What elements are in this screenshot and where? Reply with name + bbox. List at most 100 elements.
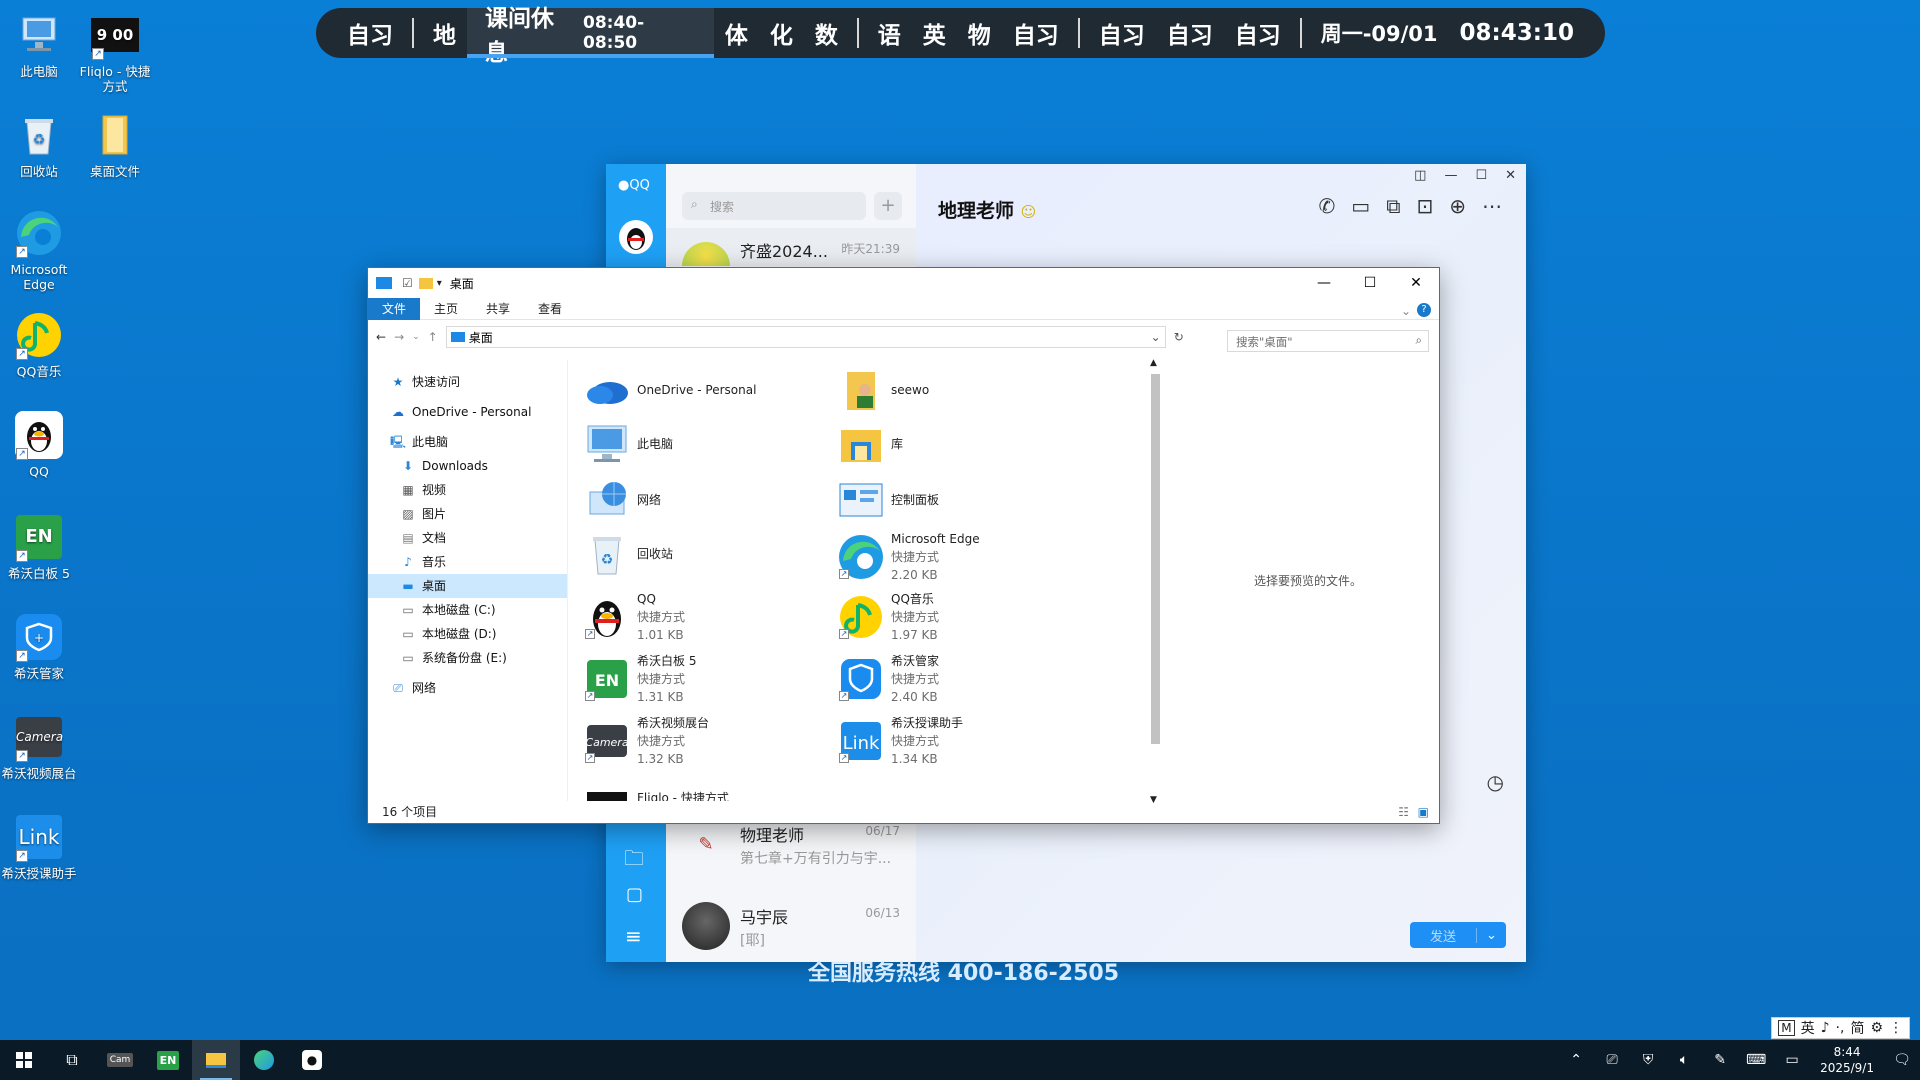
file-item[interactable]: 此电脑: [583, 420, 823, 468]
chevron-down-icon[interactable]: ▾: [437, 278, 442, 289]
notification-icon[interactable]: 🗨︎: [1884, 1052, 1920, 1068]
volume-icon[interactable]: 🔈︎: [1666, 1052, 1702, 1068]
close-icon[interactable]: ✕: [1505, 168, 1516, 183]
send-button[interactable]: 发送 ⌄: [1410, 922, 1506, 948]
taskbar-edge[interactable]: [240, 1040, 288, 1080]
pen-icon[interactable]: ✎: [1702, 1052, 1738, 1068]
layout-icon[interactable]: ◫: [1414, 168, 1426, 183]
nav-item[interactable]: ♪ 音乐: [368, 550, 567, 574]
file-item[interactable]: ↗ QQ音乐 快捷方式 1.97 KB: [837, 590, 1052, 644]
file-item[interactable]: 网络: [583, 476, 823, 524]
tab-home[interactable]: 主页: [420, 298, 472, 320]
nav-item[interactable]: ▭ 系统备份盘 (E:): [368, 646, 567, 670]
folder-icon[interactable]: 🗀: [624, 844, 644, 878]
add-icon[interactable]: ⊕: [1449, 194, 1466, 218]
nav-item[interactable]: ⎚ 网络: [368, 676, 567, 700]
nav-item[interactable]: ▨ 图片: [368, 502, 567, 526]
file-item[interactable]: ♻ 回收站: [583, 530, 823, 578]
file-item[interactable]: ↗ 希沃管家 快捷方式 2.40 KB: [837, 652, 1052, 706]
nav-item[interactable]: ★ 快速访问: [368, 370, 567, 394]
ime-width-icon[interactable]: ·,: [1836, 1020, 1845, 1036]
scroll-up-icon[interactable]: ▲: [1150, 358, 1157, 368]
vertical-scrollbar[interactable]: ▲ ▼: [1147, 358, 1163, 805]
phone-icon[interactable]: ✆: [1319, 194, 1336, 218]
desktop-icon-edge[interactable]: ↗ Microsoft Edge: [0, 208, 78, 292]
ime-lang-toggle[interactable]: 英: [1801, 1018, 1815, 1038]
taskbar-qq[interactable]: ●: [288, 1040, 336, 1080]
file-item[interactable]: OneDrive - Personal: [583, 366, 823, 414]
network-icon[interactable]: ⎚: [1594, 1052, 1630, 1068]
desktop-icon-seewo-link[interactable]: Link ↗ 希沃授课助手: [0, 812, 78, 881]
close-icon[interactable]: ✕: [1393, 268, 1439, 298]
chevron-down-icon[interactable]: ⌄: [412, 332, 420, 342]
maximize-icon[interactable]: ☐: [1347, 268, 1393, 298]
desktop-icon-fliqlo[interactable]: 9 00 ↗ Fliqlo - 快捷方式: [76, 10, 154, 94]
video-call-icon[interactable]: ▭: [1351, 194, 1370, 218]
desktop-icon-qq[interactable]: ↗ QQ: [0, 410, 78, 479]
qq-search-input[interactable]: ⌕ 搜索: [682, 192, 866, 220]
desktop-icon-recycle-bin[interactable]: ♻ 回收站: [0, 110, 78, 179]
nav-item[interactable]: ▤ 文档: [368, 526, 567, 550]
file-item[interactable]: Fliqlo - 快捷方式: [583, 774, 823, 801]
nav-item[interactable]: ▦ 视频: [368, 478, 567, 502]
nav-item[interactable]: ▬ 桌面: [368, 574, 567, 598]
taskbar-seewo-whiteboard[interactable]: EN: [144, 1040, 192, 1080]
back-arrow-icon[interactable]: ←: [376, 330, 386, 344]
ime-logo-icon[interactable]: M: [1778, 1020, 1795, 1036]
nav-item[interactable]: ▭ 本地磁盘 (C:): [368, 598, 567, 622]
bookmark-icon[interactable]: ▢: [626, 884, 643, 905]
desktop-icon-seewo-camera[interactable]: Camera ↗ 希沃视频展台: [0, 712, 78, 781]
desktop-icon-this-pc[interactable]: 此电脑: [0, 10, 78, 79]
tab-share[interactable]: 共享: [472, 298, 524, 320]
maximize-icon[interactable]: ☐: [1475, 168, 1487, 183]
ime-more-icon[interactable]: ⋮: [1889, 1020, 1903, 1036]
start-button[interactable]: [0, 1040, 48, 1080]
large-icons-view-icon[interactable]: ▣: [1418, 801, 1429, 823]
ime-punctuation-icon[interactable]: ♪: [1821, 1020, 1830, 1036]
desktop-icon-qq-music[interactable]: ↗ QQ音乐: [0, 310, 78, 379]
chevron-down-icon[interactable]: ⌄: [1476, 927, 1506, 943]
nav-item[interactable]: 🖳 此电脑: [368, 430, 567, 454]
history-icon[interactable]: ◷: [1487, 770, 1504, 794]
address-input[interactable]: 桌面 ⌄: [445, 326, 1166, 348]
menu-icon[interactable]: ≡: [625, 924, 642, 948]
scrollbar-thumb[interactable]: [1151, 374, 1160, 744]
forward-arrow-icon[interactable]: →: [394, 330, 404, 344]
file-item[interactable]: ↗ QQ 快捷方式 1.01 KB: [583, 590, 823, 644]
new-folder-icon[interactable]: [418, 277, 433, 289]
file-item[interactable]: EN ↗ 希沃白板 5 快捷方式 1.31 KB: [583, 652, 823, 706]
desktop-icon-desktop-files[interactable]: 桌面文件: [76, 110, 154, 179]
nav-item[interactable]: ▭ 本地磁盘 (D:): [368, 622, 567, 646]
ime-simplified-toggle[interactable]: 简: [1850, 1018, 1864, 1038]
more-icon[interactable]: ⋯: [1482, 194, 1502, 218]
properties-icon[interactable]: ☑: [402, 276, 413, 290]
security-icon[interactable]: ⛨: [1630, 1052, 1666, 1068]
nav-item[interactable]: ⬇ Downloads: [368, 454, 567, 478]
gear-icon[interactable]: ⚙: [1870, 1020, 1883, 1036]
qq-add-button[interactable]: +: [874, 192, 902, 220]
tab-file[interactable]: 文件: [368, 297, 421, 320]
help-icon[interactable]: ?: [1417, 303, 1431, 317]
nav-item[interactable]: ☁ OneDrive - Personal: [368, 400, 567, 424]
keyboard-icon[interactable]: ⌨: [1738, 1052, 1774, 1068]
conversation-item[interactable]: 齐盛2024... 昨天21:39: [666, 228, 916, 266]
chevron-down-icon[interactable]: ⌄: [1151, 330, 1161, 344]
screen-share-icon[interactable]: ⧉: [1386, 194, 1400, 218]
file-item[interactable]: seewo: [837, 366, 1052, 414]
tab-view[interactable]: 查看: [524, 298, 576, 320]
remote-assist-icon[interactable]: ⊡: [1416, 194, 1433, 218]
desktop-icon-seewo-manager[interactable]: + ↗ 希沃管家: [0, 612, 78, 681]
chevron-down-icon[interactable]: ⌄: [1401, 304, 1411, 318]
details-view-icon[interactable]: ☷: [1398, 801, 1409, 823]
minimize-icon[interactable]: —: [1301, 268, 1347, 298]
taskbar-file-explorer[interactable]: [192, 1040, 240, 1080]
file-item[interactable]: 控制面板: [837, 476, 1052, 524]
explorer-search-input[interactable]: 搜索"桌面" ⌕: [1227, 330, 1429, 352]
file-item[interactable]: Link ↗ 希沃授课助手 快捷方式 1.34 KB: [837, 714, 1052, 768]
refresh-icon[interactable]: ↻: [1174, 330, 1184, 344]
taskbar-clock[interactable]: 8:44 2025/9/1: [1810, 1044, 1884, 1076]
desktop-icon-seewo-whiteboard[interactable]: EN ↗ 希沃白板 5: [0, 512, 78, 581]
conversation-item[interactable]: 马宇辰 06/13 [耶]: [666, 886, 916, 966]
file-item[interactable]: 库: [837, 420, 1052, 468]
task-view-button[interactable]: ⧉: [48, 1040, 96, 1080]
